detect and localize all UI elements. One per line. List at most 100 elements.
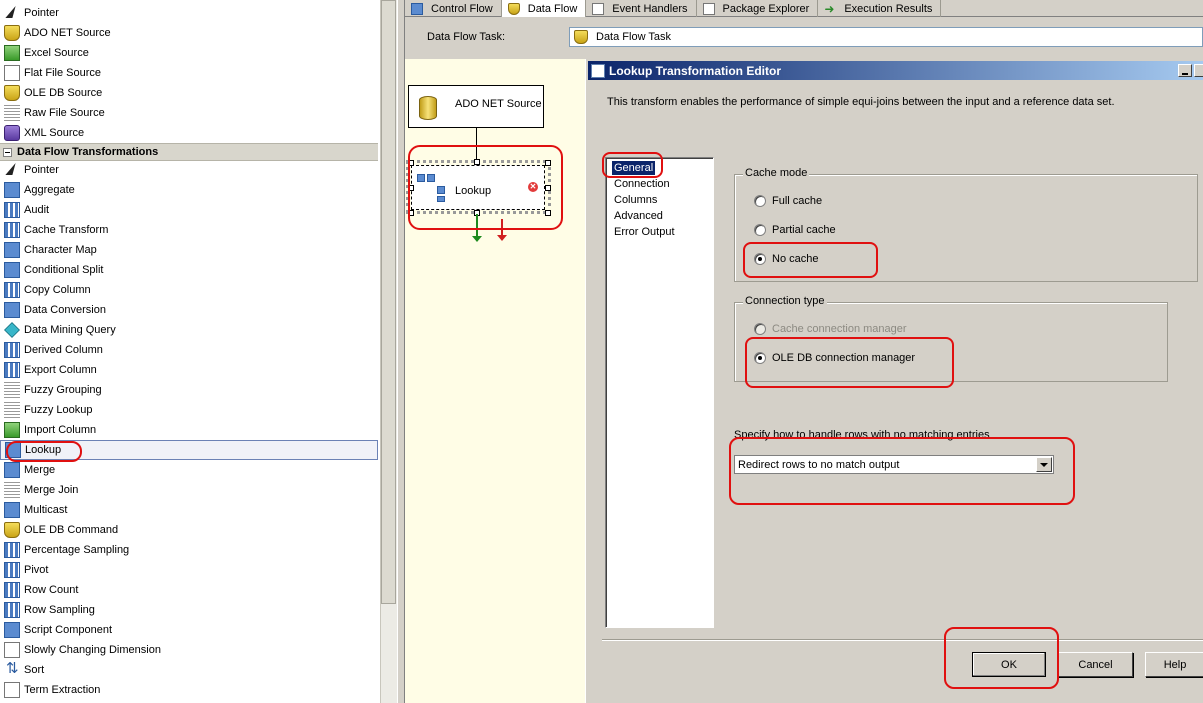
toolbox-item-label: Multicast — [24, 504, 68, 516]
data-path-connector[interactable] — [476, 128, 477, 162]
error-icon[interactable]: ✕ — [528, 182, 538, 192]
help-button[interactable]: Help — [1145, 652, 1203, 677]
radio-dot — [754, 323, 766, 335]
tab-package-explorer[interactable]: Package Explorer — [697, 0, 819, 17]
nav-item-advanced[interactable]: Advanced — [612, 209, 665, 223]
toolbox-item-aggregate[interactable]: Aggregate — [0, 180, 378, 200]
aggregate-icon — [4, 182, 20, 198]
error-output-arrow[interactable] — [497, 219, 507, 241]
pivot-icon — [4, 562, 20, 578]
cancel-button[interactable]: Cancel — [1058, 652, 1133, 677]
toolbox-section-header[interactable]: Data Flow Transformations — [0, 143, 378, 161]
toolbox-item-label: Lookup — [25, 444, 62, 456]
cache-connection-manager-radio[interactable]: Cache connection manager — [754, 323, 907, 335]
toolbox-item-data-conversion[interactable]: Data Conversion — [0, 300, 378, 320]
multicast-icon — [4, 502, 20, 518]
toolbox-item-percentage-sampling[interactable]: Percentage Sampling — [0, 540, 378, 560]
toolbox-item-label: Percentage Sampling — [24, 544, 130, 556]
resize-handle[interactable] — [545, 210, 551, 216]
collapse-icon[interactable] — [3, 147, 12, 157]
toolbox-item-conditional-split[interactable]: Conditional Split — [0, 260, 378, 280]
ole-db-connection-manager-radio[interactable]: OLE DB connection manager — [754, 352, 915, 364]
data-flow-canvas[interactable] — [405, 59, 585, 703]
row-sampling-icon — [4, 602, 20, 618]
maximize-button[interactable] — [1194, 64, 1203, 77]
toolbox-item-pointer[interactable]: Pointer — [0, 3, 378, 23]
resize-handle[interactable] — [545, 160, 551, 166]
full-cache-radio[interactable]: Full cache — [754, 195, 822, 207]
toolbox-item-export-column[interactable]: Export Column — [0, 360, 378, 380]
partial-cache-radio[interactable]: Partial cache — [754, 224, 836, 236]
toolbox-item-term-extraction[interactable]: Term Extraction — [0, 680, 378, 700]
toolbox-item-label: XML Source — [24, 127, 85, 139]
no-match-dropdown[interactable]: Redirect rows to no match output — [734, 455, 1054, 474]
toolbox-item-copy-column[interactable]: Copy Column — [0, 280, 378, 300]
toolbox-item-pointer[interactable]: Pointer — [0, 160, 378, 180]
chevron-down-icon[interactable] — [1036, 457, 1052, 472]
toolbox-item-script-component[interactable]: Script Component — [0, 620, 378, 640]
nav-item-general[interactable]: General — [612, 161, 656, 175]
toolbox-item-lookup[interactable]: Lookup — [0, 440, 378, 460]
ok-button[interactable]: OK — [972, 652, 1046, 677]
toolbox-item-ole-db-source[interactable]: OLE DB Source — [0, 83, 378, 103]
radio-dot — [754, 195, 766, 207]
tab-execution-results[interactable]: ➜ Execution Results — [818, 0, 942, 17]
toolbox-item-fuzzy-grouping[interactable]: Fuzzy Grouping — [0, 380, 378, 400]
toolbox-item-import-column[interactable]: Import Column — [0, 420, 378, 440]
tab-label: Package Explorer — [722, 2, 810, 15]
toolbox-item-row-count[interactable]: Row Count — [0, 580, 378, 600]
minimize-button[interactable] — [1178, 64, 1192, 77]
toolbox-item-fuzzy-lookup[interactable]: Fuzzy Lookup — [0, 400, 378, 420]
tab-control-flow[interactable]: Control Flow — [405, 0, 502, 17]
toolbox-scrollbar-thumb[interactable] — [381, 0, 396, 604]
tab-data-flow[interactable]: Data Flow — [501, 0, 587, 17]
toolbox-item-derived-column[interactable]: Derived Column — [0, 340, 378, 360]
radio-label: Full cache — [772, 195, 823, 207]
toolbox-item-label: Fuzzy Lookup — [24, 404, 93, 416]
ado-net-source-node[interactable]: ADO NET Source — [408, 85, 544, 128]
resize-handle[interactable] — [545, 185, 551, 191]
toolbox-item-ole-db-command[interactable]: OLE DB Command — [0, 520, 378, 540]
toolbox-item-multicast[interactable]: Multicast — [0, 500, 378, 520]
toolbox-item-sort[interactable]: Sort — [0, 659, 378, 680]
resize-handle[interactable] — [474, 159, 480, 165]
toolbox-item-merge[interactable]: Merge — [0, 460, 378, 480]
nav-item-error-output[interactable]: Error Output — [612, 225, 677, 239]
lookup-node[interactable]: Lookup — [411, 165, 545, 210]
dialog-description: This transform enables the performance o… — [607, 96, 1115, 108]
toolbox-item-data-mining-query[interactable]: Data Mining Query — [0, 320, 378, 340]
panel-splitter[interactable] — [397, 0, 405, 703]
toolbox-item-ado-net-source[interactable]: ADO NET Source — [0, 23, 378, 43]
data-flow-task-select[interactable]: Data Flow Task — [569, 27, 1203, 47]
toolbox-item-merge-join[interactable]: Merge Join — [0, 480, 378, 500]
toolbox-item-slowly-changing-dimension[interactable]: Slowly Changing Dimension — [0, 640, 378, 660]
resize-handle[interactable] — [408, 185, 414, 191]
toolbox-item-cache-transform[interactable]: Cache Transform — [0, 220, 378, 240]
toolbox-item-xml-source[interactable]: XML Source — [0, 123, 378, 143]
success-output-arrow[interactable] — [472, 214, 482, 242]
toolbox-item-audit[interactable]: Audit — [0, 200, 378, 220]
merge-join-icon — [4, 482, 20, 498]
toolbox-item-raw-file-source[interactable]: Raw File Source — [0, 103, 378, 123]
toolbox-item-excel-source[interactable]: Excel Source — [0, 43, 378, 63]
resize-handle[interactable] — [408, 210, 414, 216]
toolbox-item-character-map[interactable]: Character Map — [0, 240, 378, 260]
toolbox-item-label: Copy Column — [24, 284, 91, 296]
dialog-title-bar[interactable]: Lookup Transformation Editor — [588, 61, 1203, 80]
lookup-icon — [5, 442, 21, 458]
nav-item-columns[interactable]: Columns — [612, 193, 659, 207]
no-cache-radio[interactable]: No cache — [754, 253, 818, 265]
cache-mode-title: Cache mode — [743, 167, 810, 179]
tab-label: Control Flow — [431, 2, 493, 15]
tab-event-handlers[interactable]: Event Handlers — [586, 0, 697, 17]
toolbox-item-label: Pointer — [24, 164, 59, 176]
resize-handle[interactable] — [408, 160, 414, 166]
dialog-app-icon — [591, 63, 605, 78]
toolbox-item-label: OLE DB Source — [24, 87, 103, 99]
toolbox-item-flat-file-source[interactable]: Flat File Source — [0, 63, 378, 83]
script-component-icon — [4, 622, 20, 638]
toolbox-item-label: Data Conversion — [24, 304, 106, 316]
toolbox-item-row-sampling[interactable]: Row Sampling — [0, 600, 378, 620]
nav-item-connection[interactable]: Connection — [612, 177, 672, 191]
toolbox-item-pivot[interactable]: Pivot — [0, 560, 378, 580]
